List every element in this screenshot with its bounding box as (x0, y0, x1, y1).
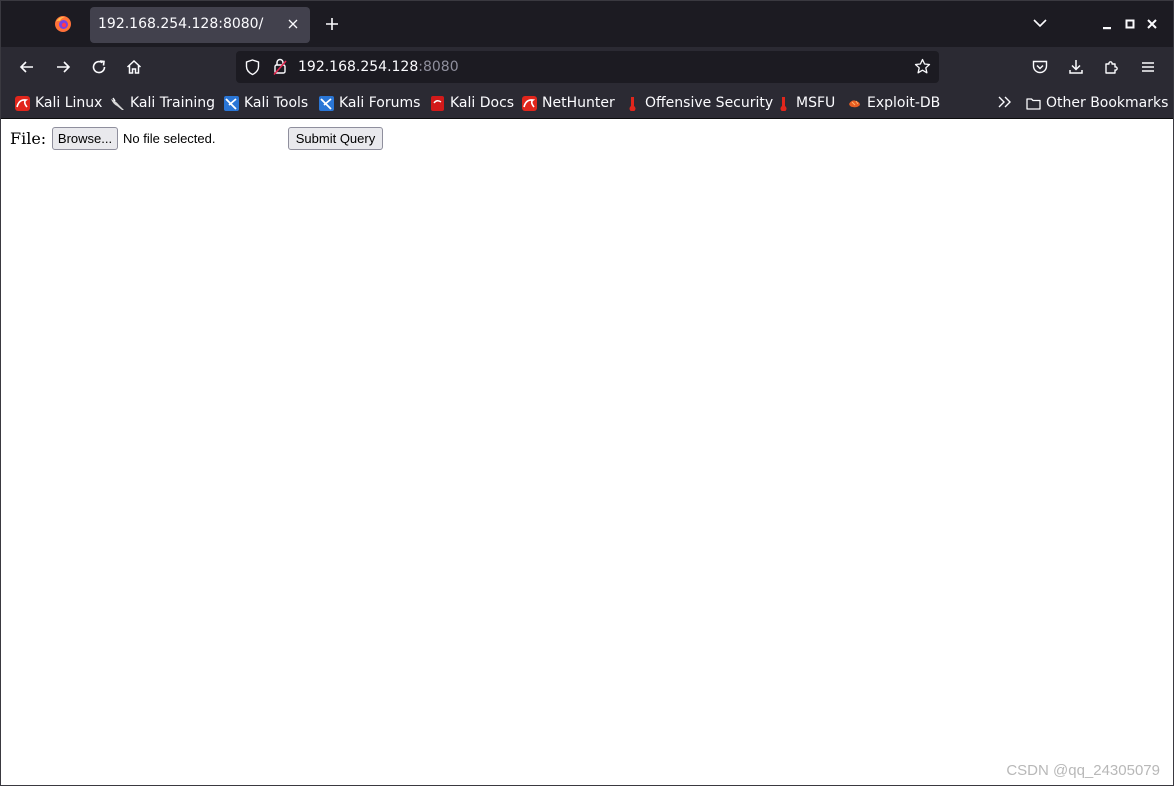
bookmark-label: MSFU (796, 95, 836, 111)
bookmark-label: Kali Training (130, 95, 215, 111)
tab-strip: 192.168.254.128:8080/ (1, 1, 1173, 47)
browser-window: 192.168.254.128:8080/ 192.168.254.128:80… (0, 0, 1174, 786)
url-port: :8080 (418, 59, 459, 75)
window-minimize-icon[interactable] (1101, 21, 1113, 31)
tracking-shield-icon[interactable] (244, 58, 261, 76)
nethunter-icon (522, 95, 537, 111)
submit-query-button[interactable]: Submit Query (288, 127, 383, 150)
exploitdb-icon (847, 96, 862, 111)
bookmark-kali-tools[interactable]: Kali Tools (224, 94, 308, 112)
file-label: File: (10, 129, 47, 148)
bookmark-kali-forums[interactable]: Kali Forums (319, 94, 420, 112)
new-tab-plus-icon[interactable] (324, 16, 340, 32)
url-bar[interactable]: 192.168.254.128:8080 (236, 51, 939, 83)
menu-icon[interactable] (1139, 58, 1157, 76)
watermark-text: CSDN @qq_24305079 (1006, 762, 1160, 779)
bookmark-label: Kali Linux (35, 95, 103, 111)
back-arrow-icon[interactable] (18, 58, 36, 76)
kali-forums-icon (319, 95, 334, 111)
close-icon[interactable] (286, 17, 300, 31)
double-chevron-right-icon[interactable] (997, 95, 1013, 109)
bookmark-label: Kali Forums (339, 95, 421, 111)
reload-icon[interactable] (90, 58, 108, 76)
kali-training-icon (110, 96, 125, 111)
msfu-icon (776, 96, 791, 111)
bookmark-offensive-security[interactable]: Offensive Security (625, 94, 773, 112)
bookmark-kali-docs[interactable]: Kali Docs (430, 94, 514, 112)
bookmark-label: NetHunter (542, 95, 615, 111)
bookmark-nethunter[interactable]: NetHunter (522, 94, 615, 112)
navigation-toolbar: 192.168.254.128:8080 (1, 47, 1173, 87)
window-maximize-icon[interactable] (1124, 18, 1136, 30)
downloads-icon[interactable] (1067, 58, 1085, 76)
tab-title: 192.168.254.128:8080/ (98, 16, 264, 32)
tab-active[interactable]: 192.168.254.128:8080/ (90, 7, 310, 43)
home-icon[interactable] (125, 58, 143, 76)
forward-arrow-icon[interactable] (54, 58, 72, 76)
insecure-lock-icon[interactable] (273, 57, 287, 76)
kali-docs-icon (430, 95, 445, 111)
extensions-icon[interactable] (1103, 58, 1121, 76)
url-host: 192.168.254.128 (298, 59, 419, 75)
other-bookmarks-label: Other Bookmarks (1046, 95, 1169, 111)
bookmark-label: Offensive Security (645, 95, 774, 111)
kali-icon (15, 95, 30, 111)
firefox-logo-icon[interactable] (54, 15, 72, 33)
bookmark-label: Exploit-DB (867, 95, 941, 111)
browse-button[interactable]: Browse... (52, 127, 118, 150)
bookmark-kali-training[interactable]: Kali Training (110, 94, 215, 112)
bookmarks-toolbar: Kali Linux Kali Training Kali Tools Kali… (1, 87, 1173, 119)
bookmark-star-icon[interactable] (914, 58, 931, 75)
page-content: File: Browse... No file selected. Submit… (1, 119, 1173, 785)
bookmark-label: Kali Docs (450, 95, 515, 111)
other-bookmarks[interactable]: Other Bookmarks (1026, 94, 1168, 112)
bookmark-label: Kali Tools (244, 95, 309, 111)
url-text[interactable]: 192.168.254.128:8080 (298, 59, 459, 75)
bookmark-exploit-db[interactable]: Exploit-DB (847, 94, 940, 112)
pocket-icon[interactable] (1031, 58, 1049, 76)
chevron-down-icon[interactable] (1032, 17, 1048, 29)
window-close-icon[interactable] (1146, 18, 1158, 30)
bookmark-kali-linux[interactable]: Kali Linux (15, 94, 102, 112)
file-status-text: No file selected. (123, 131, 216, 146)
bookmark-msfu[interactable]: MSFU (776, 94, 835, 112)
kali-tools-icon (224, 95, 239, 111)
folder-icon (1026, 96, 1041, 111)
offsec-icon (625, 96, 640, 111)
